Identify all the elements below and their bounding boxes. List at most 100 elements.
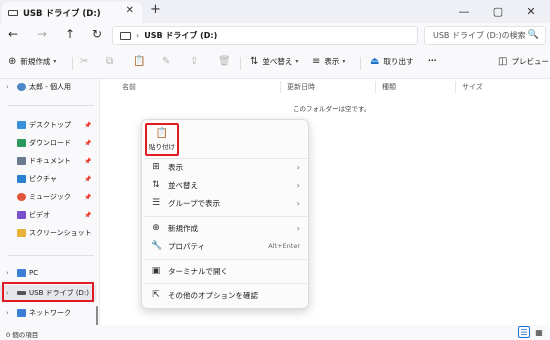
address-bar-row: ← → ↑ ↻ › USB ドライブ (D:) USB ドライブ (D:)の検索…: [0, 23, 550, 48]
sidebar-item-label: ミュージック: [29, 193, 71, 201]
sidebar-item-pictures[interactable]: ピクチャ 📌: [0, 171, 96, 187]
up-button[interactable]: ↑: [65, 27, 75, 41]
sidebar-item-videos[interactable]: ビデオ 📌: [0, 207, 96, 223]
clipboard-icon: 📋: [155, 128, 169, 139]
sidebar-item-downloads[interactable]: ダウンロード 📌: [0, 135, 96, 151]
forward-button[interactable]: →: [37, 27, 47, 41]
pin-icon: 📌: [84, 175, 92, 183]
new-tab-button[interactable]: +: [150, 2, 161, 17]
refresh-button[interactable]: ↻: [92, 27, 102, 41]
preview-button[interactable]: ◫ プレビュー: [498, 56, 549, 67]
maximize-button[interactable]: ▢: [481, 0, 515, 22]
menu-item-new[interactable]: ⊕ 新規作成 ›: [142, 219, 310, 237]
delete-button[interactable]: 🗑: [218, 56, 235, 67]
divider: [280, 81, 281, 93]
minimize-button[interactable]: —: [447, 0, 481, 22]
menu-item-view[interactable]: ⊞ 表示 ›: [142, 158, 310, 176]
sidebar-item-personal[interactable]: › 太郎 - 個人用: [0, 79, 96, 95]
paste-menu-button[interactable]: 📋 貼り付け: [145, 123, 179, 156]
paste-button[interactable]: 📋: [133, 56, 149, 67]
close-button[interactable]: ✕: [514, 0, 548, 22]
sort-button[interactable]: ⇅ 並べ替え ▾: [250, 56, 298, 67]
sidebar-item-screenshots[interactable]: スクリーンショット: [0, 225, 96, 241]
download-icon: [17, 139, 26, 147]
scissors-icon: ✂: [80, 56, 89, 67]
tiles-view-button[interactable]: ▦: [533, 326, 545, 338]
menu-item-group-by[interactable]: ☰ グループで表示 ›: [142, 194, 310, 212]
cut-button[interactable]: ✂: [80, 56, 92, 67]
pc-icon: [17, 269, 26, 277]
column-header-size[interactable]: サイズ: [462, 82, 483, 92]
sidebar-item-desktop[interactable]: デスクトップ 📌: [0, 117, 96, 133]
divider: [455, 81, 456, 93]
menu-item-more-options[interactable]: ⇱ その他のオプションを確認: [142, 286, 310, 304]
breadcrumb-current[interactable]: USB ドライブ (D:): [144, 30, 217, 41]
paste-label: 貼り付け: [149, 143, 175, 151]
terminal-icon: ▣: [151, 266, 161, 276]
more-options-button[interactable]: ···: [428, 56, 437, 65]
usb-drive-icon: [8, 9, 18, 16]
copy-button[interactable]: ⧉: [106, 56, 117, 67]
search-placeholder: USB ドライブ (D:)の検索: [433, 31, 526, 40]
group-list-icon: ☰: [151, 198, 161, 208]
empty-folder-message: このフォルダーは空です。: [293, 105, 371, 113]
shortcut-hint: Alt+Enter: [268, 242, 300, 250]
rename-button[interactable]: ✎: [162, 56, 174, 67]
video-icon: [17, 211, 26, 219]
chevron-right-icon: ›: [296, 198, 300, 208]
menu-item-label: プロパティ: [168, 241, 206, 251]
external-options-icon: ⇱: [152, 290, 160, 300]
divider: [375, 81, 376, 93]
menu-item-label: グループで表示: [168, 198, 221, 208]
eject-button[interactable]: ⏏ 取り出す: [370, 56, 413, 67]
network-icon: [17, 309, 26, 317]
context-menu: 📋 貼り付け ⊞ 表示 › ⇅ 並べ替え › ☰ グループで表示 › ⊕ 新規作…: [141, 119, 309, 309]
document-icon: [17, 157, 26, 165]
search-input[interactable]: USB ドライブ (D:)の検索 🔍: [424, 26, 546, 45]
expand-chevron-icon[interactable]: ›: [6, 269, 9, 277]
tab-close-icon[interactable]: ✕: [126, 5, 134, 16]
column-header-name[interactable]: 名前: [122, 82, 136, 92]
plus-circle-icon: ⊕: [152, 223, 160, 233]
chevron-down-icon: ▾: [342, 58, 346, 65]
menu-item-label: 並べ替え: [168, 180, 198, 190]
divider: [8, 105, 94, 106]
wrench-icon: 🔧: [151, 241, 163, 251]
sidebar-item-music[interactable]: ミュージック 📌: [0, 189, 96, 205]
sidebar-item-documents[interactable]: ドキュメント 📌: [0, 153, 96, 169]
grid-view-icon: ⊞: [152, 162, 160, 172]
column-header-modified[interactable]: 更新日時: [287, 82, 315, 92]
tab-usb-drive[interactable]: USB ドライブ (D:) ✕: [2, 2, 142, 23]
cloud-user-icon: [17, 83, 26, 91]
address-field[interactable]: › USB ドライブ (D:): [112, 26, 418, 45]
command-bar: ⊕ 新規作成 ▾ ✂ ⧉ 📋 ✎ ⇪ 🗑 ⇅ 並べ替え ▾ ≡ 表示 ▾ ⏏ 取…: [0, 48, 550, 79]
copy-icon: ⧉: [106, 56, 114, 67]
details-view-button[interactable]: ☰: [518, 326, 530, 338]
search-icon: 🔍: [527, 30, 539, 40]
eject-icon: ⏏: [370, 56, 380, 67]
preview-button-label: プレビュー: [511, 57, 549, 66]
new-button-label: 新規作成: [20, 57, 51, 66]
menu-item-label: 表示: [168, 162, 183, 172]
share-button[interactable]: ⇪: [190, 56, 202, 67]
preview-pane-icon: ◫: [498, 56, 508, 67]
sidebar-item-label: ダウンロード: [29, 139, 71, 147]
column-header-type[interactable]: 種類: [382, 82, 396, 92]
back-button[interactable]: ←: [8, 27, 18, 41]
sidebar-item-pc[interactable]: › PC: [0, 265, 96, 281]
sidebar-scrollbar[interactable]: [96, 306, 98, 326]
menu-item-label: その他のオプションを確認: [168, 290, 258, 300]
sidebar-item-network[interactable]: › ネットワーク: [0, 305, 96, 321]
menu-item-open-terminal[interactable]: ▣ ターミナルで開く: [142, 262, 310, 280]
expand-chevron-icon[interactable]: ›: [6, 83, 9, 91]
view-button[interactable]: ≡ 表示 ▾: [312, 56, 345, 67]
divider: [240, 57, 241, 70]
new-button[interactable]: ⊕ 新規作成 ▾: [8, 56, 56, 67]
rename-icon: ✎: [162, 56, 171, 67]
sort-button-label: 並べ替え: [262, 57, 293, 66]
menu-item-properties[interactable]: 🔧 プロパティ Alt+Enter: [142, 237, 310, 255]
expand-chevron-icon[interactable]: ›: [6, 309, 9, 317]
breadcrumb-separator: ›: [136, 31, 140, 40]
menu-item-sort[interactable]: ⇅ 並べ替え ›: [142, 176, 310, 194]
chevron-right-icon: ›: [296, 180, 300, 190]
